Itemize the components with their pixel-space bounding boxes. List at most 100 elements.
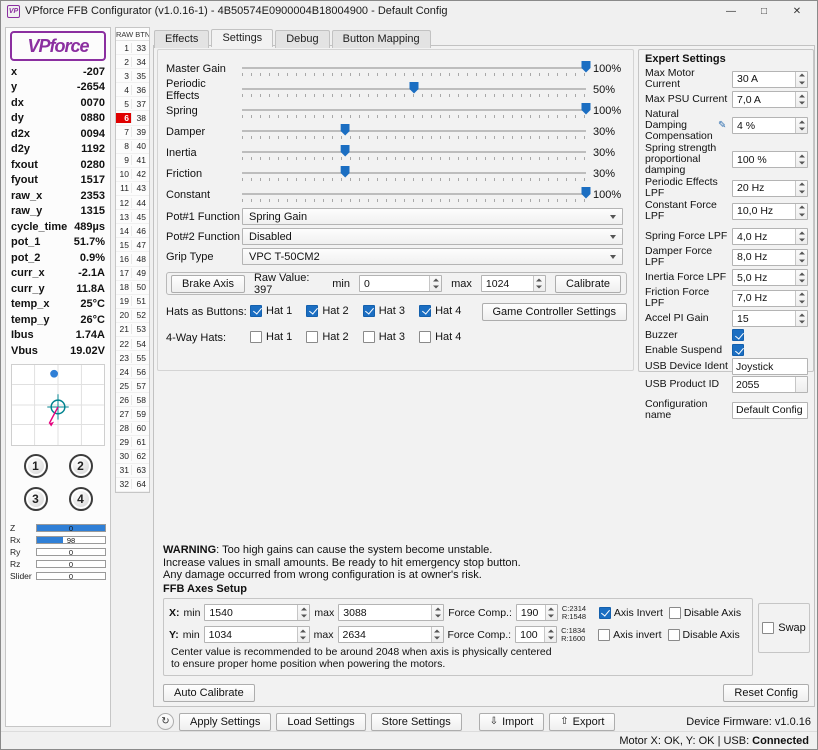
- spin-down-button[interactable]: [796, 278, 807, 286]
- edit-icon[interactable]: ✎: [718, 120, 731, 131]
- spin-up-button[interactable]: [796, 270, 807, 278]
- spin-down-button[interactable]: [546, 613, 557, 621]
- checkbox[interactable]: [667, 628, 680, 641]
- dropdown[interactable]: VPC T-50CM2: [242, 248, 623, 265]
- gain-slider[interactable]: [242, 60, 591, 77]
- slider-handle[interactable]: [340, 165, 350, 178]
- checkbox[interactable]: [362, 330, 375, 343]
- gain-slider[interactable]: [242, 102, 591, 119]
- spin-up-button[interactable]: [546, 605, 557, 613]
- close-button[interactable]: ✕: [783, 6, 811, 17]
- hat-checkbox[interactable]: Hat 2: [306, 330, 349, 343]
- export-button[interactable]: ⇧ Export: [549, 712, 616, 731]
- checkbox[interactable]: [362, 304, 375, 317]
- axis-min-spinbox[interactable]: 1540: [204, 604, 311, 621]
- spin-down-button[interactable]: [796, 188, 807, 196]
- spin-down-button[interactable]: [796, 237, 807, 245]
- dropdown[interactable]: Spring Gain: [242, 208, 623, 225]
- checkbox[interactable]: [598, 628, 611, 641]
- game-controller-settings-button[interactable]: Game Controller Settings: [481, 303, 627, 321]
- checkbox[interactable]: [306, 304, 319, 317]
- setting-spinbox[interactable]: 7,0 A: [732, 91, 808, 108]
- auto-calibrate-button[interactable]: Auto Calibrate: [163, 684, 255, 702]
- checkbox[interactable]: [306, 330, 319, 343]
- gain-slider[interactable]: [242, 144, 586, 161]
- spin-down-button[interactable]: [796, 319, 807, 327]
- setting-spinbox[interactable]: 30 A: [732, 70, 808, 88]
- axis-max-spinbox[interactable]: 2634: [337, 626, 444, 643]
- swap-checkbox[interactable]: Swap: [762, 622, 806, 634]
- setting-field[interactable]: Default Config: [732, 401, 808, 419]
- gain-slider[interactable]: [242, 186, 591, 203]
- axis-invert-checkbox[interactable]: Axis invert: [598, 628, 662, 641]
- spin-down-button[interactable]: [545, 635, 556, 643]
- setting-spinbox[interactable]: 7,0 Hz: [732, 289, 808, 307]
- spin-down-button[interactable]: [430, 284, 441, 292]
- spin-up-button[interactable]: [432, 627, 443, 635]
- tab[interactable]: Settings: [211, 29, 274, 47]
- tab[interactable]: Effects: [154, 30, 210, 48]
- calibrate-button[interactable]: Calibrate: [554, 274, 622, 293]
- spin-down-button[interactable]: [534, 284, 545, 292]
- hat-checkbox[interactable]: Hat 3: [362, 330, 405, 343]
- setting-spinbox[interactable]: 4,0 Hz: [732, 228, 808, 245]
- spin-down-button[interactable]: [796, 126, 807, 134]
- slider-handle[interactable]: [409, 81, 419, 94]
- gain-slider[interactable]: [242, 123, 586, 140]
- setting-field[interactable]: 2055: [732, 376, 808, 393]
- spin-up-button[interactable]: [545, 627, 556, 635]
- spin-up-button[interactable]: [796, 92, 807, 100]
- setting-spinbox[interactable]: 10,0 Hz: [732, 202, 808, 220]
- spin-up-button[interactable]: [430, 276, 441, 284]
- axis-invert-checkbox[interactable]: Axis Invert: [598, 606, 663, 619]
- spin-up-button[interactable]: [534, 276, 545, 284]
- load-settings-button[interactable]: Load Settings: [276, 712, 366, 731]
- checkbox[interactable]: [732, 344, 744, 356]
- spin-down-button[interactable]: [796, 211, 807, 219]
- spin-up-button[interactable]: [796, 118, 807, 126]
- spin-up-button[interactable]: [796, 72, 807, 80]
- brake-min-spinbox[interactable]: 0: [358, 275, 443, 292]
- maximize-button[interactable]: □: [750, 6, 778, 17]
- spin-up-button[interactable]: [432, 605, 443, 613]
- minimize-button[interactable]: —: [717, 6, 745, 17]
- brake-axis-button[interactable]: Brake Axis: [171, 274, 245, 293]
- spin-down-button[interactable]: [432, 635, 443, 643]
- tab[interactable]: Button Mapping: [331, 30, 431, 48]
- apply-settings-button[interactable]: Apply Settings: [179, 712, 272, 731]
- checkbox[interactable]: [419, 330, 432, 343]
- setting-spinbox[interactable]: 15: [732, 310, 808, 327]
- checkbox[interactable]: [732, 329, 744, 341]
- slider-handle[interactable]: [340, 144, 350, 157]
- brake-max-spinbox[interactable]: 1024: [480, 275, 546, 292]
- import-button[interactable]: ⇩ Import: [478, 712, 545, 731]
- spin-down-button[interactable]: [298, 635, 309, 643]
- setting-spinbox[interactable]: 20 Hz: [732, 179, 808, 197]
- axis-min-spinbox[interactable]: 1034: [203, 626, 310, 643]
- setting-spinbox[interactable]: 4 %: [732, 117, 808, 134]
- axis-max-spinbox[interactable]: 3088: [338, 604, 445, 621]
- tab[interactable]: Debug: [275, 30, 330, 48]
- spin-down-button[interactable]: [796, 257, 807, 265]
- checkbox[interactable]: [762, 622, 775, 634]
- disable-axis-checkbox[interactable]: Disable Axis: [667, 628, 740, 641]
- setting-spinbox[interactable]: 5,0 Hz: [732, 269, 808, 286]
- force-comp-spinbox[interactable]: 100: [515, 626, 558, 643]
- spin-down-button[interactable]: [796, 160, 807, 168]
- spin-down-button[interactable]: [796, 79, 807, 87]
- checkbox[interactable]: [250, 330, 262, 343]
- slider-handle[interactable]: [340, 123, 350, 136]
- setting-field[interactable]: Joystick: [732, 358, 808, 375]
- hat-checkbox[interactable]: Hat 2: [306, 304, 349, 317]
- spin-down-button[interactable]: [796, 298, 807, 306]
- refresh-button[interactable]: ↻: [157, 713, 174, 730]
- spin-up-button[interactable]: [298, 605, 309, 613]
- spin-down-button[interactable]: [298, 613, 309, 621]
- force-comp-spinbox[interactable]: 190: [515, 604, 558, 621]
- spin-down-button[interactable]: [796, 100, 807, 108]
- hat-checkbox[interactable]: Hat 4: [419, 304, 461, 317]
- disable-axis-checkbox[interactable]: Disable Axis: [668, 606, 741, 619]
- slider-handle[interactable]: [581, 102, 591, 115]
- hat-checkbox[interactable]: Hat 3: [362, 304, 405, 317]
- spin-down-button[interactable]: [432, 613, 443, 621]
